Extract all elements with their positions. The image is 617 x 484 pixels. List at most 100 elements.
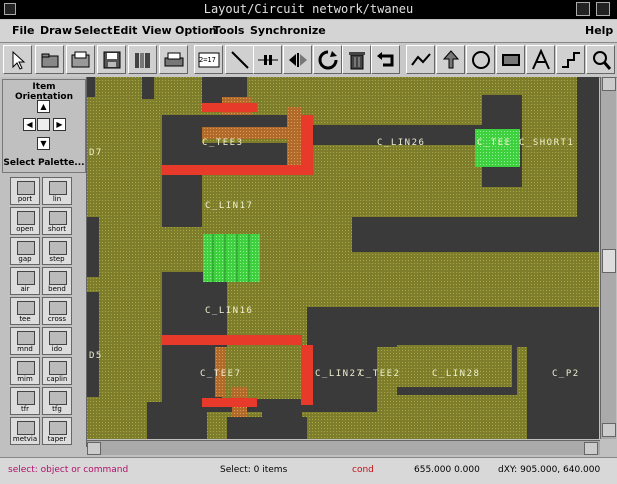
component-palette: port lin open short gap step air bend te… (2, 175, 84, 447)
label-c-short1[interactable]: C_SHORT1 (519, 138, 574, 148)
circle-button[interactable] (466, 45, 495, 74)
step-icon (49, 241, 67, 255)
menu-file[interactable]: File (12, 24, 35, 37)
vertical-scrollbar[interactable] (600, 77, 616, 439)
polyline-button[interactable] (406, 45, 435, 74)
open-file-button[interactable] (66, 45, 95, 74)
label-c-p2[interactable]: C_P2 (552, 369, 580, 379)
label-c-lin26[interactable]: C_LIN26 (377, 138, 425, 148)
select-arrow-button[interactable] (3, 45, 32, 74)
menu-tools[interactable]: Tools (213, 24, 244, 37)
flip-button[interactable] (283, 45, 312, 74)
component-place-button[interactable] (253, 45, 282, 74)
orientation-box: Item Orientation ▲ ◀ ▶ ▼ Select Palette.… (2, 79, 86, 173)
label-c-tee-short[interactable]: C_TEE (477, 138, 512, 148)
rectangle-icon (502, 54, 520, 66)
palette-lin[interactable]: lin (42, 177, 72, 205)
label-c-lin17[interactable]: C_LIN17 (205, 201, 253, 211)
orient-down-arrow-icon[interactable]: ▼ (37, 137, 50, 150)
label-c-tee2[interactable]: C_TEE2 (359, 369, 401, 379)
palette-step[interactable]: step (42, 237, 72, 265)
palette-port[interactable]: port (10, 177, 40, 205)
floppy-disk-icon (103, 51, 121, 69)
palette-air[interactable]: air (10, 267, 40, 295)
air-icon (17, 271, 35, 285)
undo-button[interactable] (371, 45, 400, 74)
status-bar: select: object or command Select: 0 item… (0, 457, 617, 484)
label-d5: D5 (89, 351, 103, 361)
palette-open[interactable]: open (10, 207, 40, 235)
diagonal-line-icon (231, 51, 249, 69)
maximize-button[interactable] (596, 2, 610, 16)
palette-mnd[interactable]: mnd (10, 327, 40, 355)
layout-canvas[interactable]: C_TEE3 C_LIN26 C_TEE C_SHORT1 C_LIN17 C_… (87, 77, 599, 439)
menu-edit[interactable]: Edit (113, 24, 137, 37)
palette-tee[interactable]: tee (10, 297, 40, 325)
label-c-lin28[interactable]: C_LIN28 (432, 369, 480, 379)
menu-option[interactable]: Option (175, 24, 217, 37)
label-c-lin27[interactable]: C_LIN27 (315, 369, 363, 379)
palette-tfg[interactable]: tfg (42, 387, 72, 415)
step-button[interactable] (556, 45, 585, 74)
zoom-ratio-button[interactable]: 2=17 (194, 45, 223, 74)
menu-view[interactable]: View (142, 24, 172, 37)
menu-help[interactable]: Help (585, 24, 613, 37)
menu-synchronize[interactable]: Synchronize (250, 24, 326, 37)
arrow-button[interactable] (436, 45, 465, 74)
save-button[interactable] (97, 45, 126, 74)
orient-left-arrow-icon[interactable]: ◀ (23, 118, 36, 131)
palette-mim[interactable]: mim (10, 357, 40, 385)
zoom-button[interactable] (586, 45, 615, 74)
menu-draw[interactable]: Draw (40, 24, 72, 37)
palette-gap[interactable]: gap (10, 237, 40, 265)
scroll-up-icon[interactable] (602, 77, 616, 91)
palette-tfr[interactable]: tfr (10, 387, 40, 415)
scroll-right-icon[interactable] (584, 442, 598, 455)
palette-taper[interactable]: taper (42, 417, 72, 445)
palette-short[interactable]: short (42, 207, 72, 235)
open-folder-button[interactable] (35, 45, 64, 74)
orient-right-arrow-icon[interactable]: ▶ (53, 118, 66, 131)
ido-icon (49, 331, 67, 345)
palette-caplin[interactable]: caplin (42, 357, 72, 385)
vertical-scroll-thumb[interactable] (602, 249, 616, 273)
app-window: Layout/Circuit network/twaneu File Draw … (0, 0, 617, 484)
label-c-lin16[interactable]: C_LIN16 (205, 306, 253, 316)
rotate-button[interactable] (313, 45, 342, 74)
label-c-tee3[interactable]: C_TEE3 (202, 138, 244, 148)
draw-line-button[interactable] (225, 45, 254, 74)
flip-icon (289, 53, 307, 67)
circle-icon (472, 51, 490, 69)
file-open-icon (71, 51, 90, 68)
text-a-icon (532, 49, 550, 70)
orient-center-box (37, 118, 50, 131)
selection-count: Select: 0 items (220, 465, 288, 475)
library-button[interactable] (128, 45, 157, 74)
palette-cross[interactable]: cross (42, 297, 72, 325)
up-arrow-icon (442, 50, 460, 69)
palette-ido[interactable]: ido (42, 327, 72, 355)
palette-metvia[interactable]: metvia (10, 417, 40, 445)
print-button[interactable] (159, 45, 188, 74)
rectangle-button[interactable] (496, 45, 525, 74)
step-icon (562, 52, 580, 68)
select-palette-button[interactable]: Select Palette... (3, 158, 85, 168)
text-button[interactable] (526, 45, 555, 74)
orient-up-arrow-icon[interactable]: ▲ (37, 100, 50, 113)
menu-select[interactable]: Select (74, 24, 112, 37)
scroll-down-icon[interactable] (602, 423, 616, 437)
gap-icon (17, 241, 35, 255)
lin-icon (49, 181, 67, 195)
horizontal-scrollbar[interactable] (87, 440, 600, 455)
window-title: Layout/Circuit network/twaneu (203, 2, 414, 16)
component-icon (258, 55, 278, 65)
delete-button[interactable] (342, 45, 371, 74)
rotate-icon (318, 50, 338, 70)
mim-icon (17, 361, 35, 375)
palette-bend[interactable]: bend (42, 267, 72, 295)
minimize-button[interactable] (576, 2, 590, 16)
cross-icon (49, 301, 67, 315)
scroll-left-icon[interactable] (87, 442, 101, 455)
cursor-coordinates: 655.000 0.000 (414, 465, 480, 475)
label-c-tee7[interactable]: C_TEE7 (200, 369, 242, 379)
